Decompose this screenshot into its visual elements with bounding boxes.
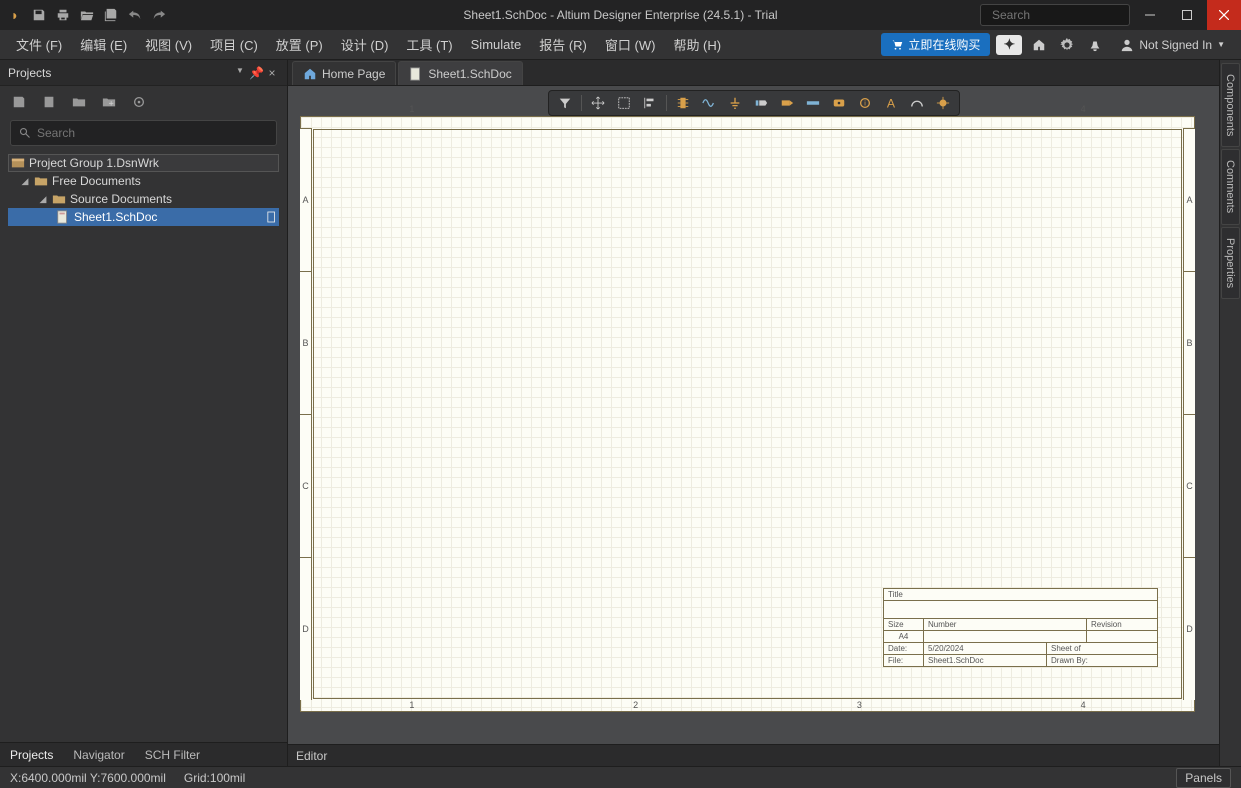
panel-pin-icon[interactable]: 📌 — [249, 66, 263, 80]
projects-search-input[interactable] — [10, 120, 277, 146]
place-gnd-icon[interactable] — [723, 93, 747, 113]
schematic-doc-icon — [409, 67, 423, 81]
selection-icon[interactable] — [612, 93, 636, 113]
user-icon — [1120, 38, 1134, 52]
active-bar: i A — [548, 90, 960, 116]
chevron-down-icon: ▼ — [1217, 40, 1225, 49]
menu-place[interactable]: 放置 (P) — [268, 31, 331, 58]
right-tab-comments[interactable]: Comments — [1221, 149, 1240, 224]
place-bus-icon[interactable] — [801, 93, 825, 113]
place-part-icon[interactable] — [671, 93, 695, 113]
quick-tab-sch-filter[interactable]: SCH Filter — [135, 744, 210, 766]
editor-footer-tab[interactable]: Editor — [288, 744, 1219, 766]
menu-tools[interactable]: 工具 (T) — [398, 31, 460, 58]
close-button[interactable] — [1207, 0, 1241, 30]
place-port-icon[interactable] — [775, 93, 799, 113]
tree-project-group[interactable]: Project Group 1.DsnWrk — [8, 154, 279, 172]
projects-panel-header: Projects ▼ 📌 × — [0, 60, 287, 86]
menu-edit[interactable]: 编辑 (E) — [72, 31, 135, 58]
menu-file[interactable]: 文件 (F) — [8, 31, 70, 58]
panel-close-icon[interactable]: × — [265, 66, 279, 80]
print-icon[interactable] — [52, 4, 74, 26]
status-coords: X:6400.000mil Y:7600.000mil — [10, 771, 166, 785]
tree-doc-sheet1[interactable]: Sheet1.SchDoc — [8, 208, 279, 226]
open-icon[interactable] — [76, 4, 98, 26]
menu-reports[interactable]: 报告 (R) — [531, 31, 595, 58]
global-search-input[interactable] — [980, 4, 1130, 26]
quick-tab-navigator[interactable]: Navigator — [63, 744, 134, 766]
doc-tab-home[interactable]: Home Page — [292, 61, 396, 85]
cart-icon — [891, 39, 903, 51]
right-tab-components[interactable]: Components — [1221, 63, 1240, 147]
place-directive-icon[interactable] — [931, 93, 955, 113]
schematic-doc-icon — [56, 210, 70, 224]
expand-icon[interactable]: ◢ — [20, 176, 30, 187]
place-netlabel-icon[interactable] — [749, 93, 773, 113]
place-sheet-symbol-icon[interactable]: i — [853, 93, 877, 113]
place-drawing-icon[interactable] — [905, 93, 929, 113]
status-grid: Grid:100mil — [184, 771, 245, 785]
filter-icon[interactable] — [553, 93, 577, 113]
app-logo-icon: ◗ — [4, 4, 26, 26]
ruler-left: ABCD — [300, 128, 312, 700]
place-text-icon[interactable]: A — [879, 93, 903, 113]
align-icon[interactable] — [638, 93, 662, 113]
buy-now-button[interactable]: 立即在线购买 — [881, 33, 990, 56]
save-icon[interactable] — [28, 4, 50, 26]
folder-icon — [52, 192, 66, 206]
menu-simulate[interactable]: Simulate — [463, 33, 530, 56]
schematic-canvas[interactable]: i A 1234 Title Size Number Revision — [288, 86, 1219, 744]
save-all-icon[interactable] — [100, 4, 122, 26]
menu-view[interactable]: 视图 (V) — [137, 31, 200, 58]
add-existing-icon[interactable] — [70, 93, 88, 111]
title-block: Title Size Number Revision A4 Date: — [883, 588, 1158, 667]
move-icon[interactable] — [586, 93, 610, 113]
panel-dropdown-icon[interactable]: ▼ — [233, 66, 247, 80]
menu-design[interactable]: 设计 (D) — [333, 31, 397, 58]
tree-free-documents[interactable]: ◢ Free Documents — [8, 172, 279, 190]
doc-status-icon — [267, 211, 277, 223]
redo-icon[interactable] — [148, 4, 170, 26]
menu-window[interactable]: 窗口 (W) — [597, 31, 664, 58]
project-group-icon — [11, 156, 25, 170]
minimize-button[interactable] — [1133, 0, 1167, 30]
svg-text:A: A — [886, 96, 895, 110]
ruler-right: ABCD — [1183, 128, 1195, 700]
expand-icon[interactable]: ◢ — [38, 194, 48, 205]
save-project-icon[interactable] — [10, 93, 28, 111]
place-harness-icon[interactable] — [827, 93, 851, 113]
right-tab-properties[interactable]: Properties — [1221, 227, 1240, 299]
menu-project[interactable]: 项目 (C) — [202, 31, 266, 58]
share-button[interactable]: ✦ — [996, 35, 1022, 55]
schematic-sheet[interactable]: Title Size Number Revision A4 Date: — [300, 116, 1195, 712]
menu-help[interactable]: 帮助 (H) — [665, 31, 729, 58]
compile-icon[interactable] — [40, 93, 58, 111]
notifications-icon[interactable] — [1084, 34, 1106, 56]
doc-tab-sheet1[interactable]: Sheet1.SchDoc — [398, 61, 522, 85]
undo-icon[interactable] — [124, 4, 146, 26]
sign-in-button[interactable]: Not Signed In ▼ — [1112, 34, 1233, 56]
tree-source-documents[interactable]: ◢ Source Documents — [8, 190, 279, 208]
home-icon — [303, 67, 317, 81]
gear-icon[interactable] — [1056, 34, 1078, 56]
quick-tab-projects[interactable]: Projects — [0, 744, 63, 766]
svg-text:i: i — [864, 101, 866, 108]
maximize-button[interactable] — [1170, 0, 1204, 30]
search-icon — [19, 127, 31, 139]
add-new-icon[interactable] — [100, 93, 118, 111]
settings-icon[interactable] — [130, 93, 148, 111]
folder-icon — [34, 174, 48, 188]
panels-button[interactable]: Panels — [1176, 768, 1231, 788]
place-wire-icon[interactable] — [697, 93, 721, 113]
ruler-bottom: 1234 — [300, 700, 1195, 712]
home-icon[interactable] — [1028, 34, 1050, 56]
